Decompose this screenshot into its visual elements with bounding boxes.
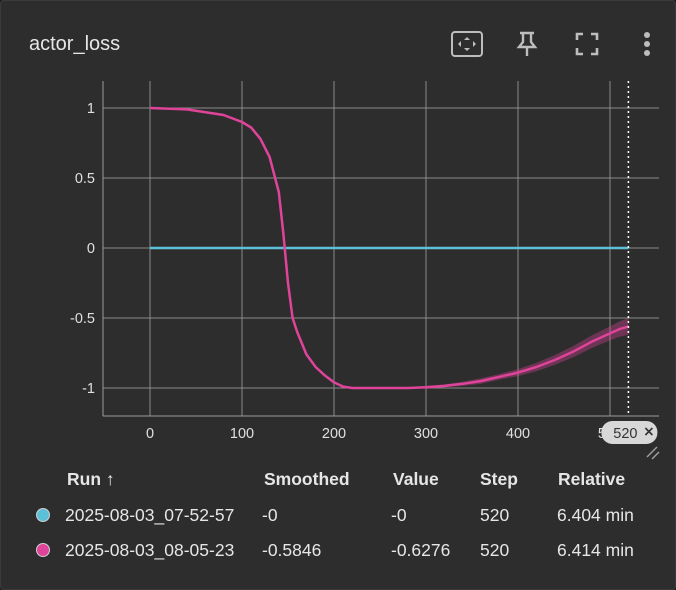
smoothed-value: -0	[262, 505, 278, 525]
line-chart[interactable]: 010020030040050010.50-0.5-1 520	[1, 1, 676, 461]
run-name: 2025-08-03_08-05-23	[65, 540, 235, 560]
y-tick-label: -1	[82, 381, 95, 397]
y-tick-label: -0.5	[70, 311, 95, 327]
header-value: Value	[393, 469, 439, 489]
relative-time: 6.404 min	[557, 505, 634, 525]
x-tick-label: 100	[230, 426, 254, 442]
run-color-swatch	[36, 508, 50, 522]
step-cursor-label: 520	[613, 426, 637, 442]
x-tick-label: 400	[506, 426, 530, 442]
y-tick-label: 1	[87, 101, 95, 117]
header-relative: Relative	[558, 469, 626, 489]
relative-time: 6.414 min	[557, 540, 634, 560]
header-step: Step	[480, 469, 518, 489]
value: -0.6276	[391, 540, 451, 560]
x-tick-label: 200	[322, 426, 346, 442]
x-tick-label: 0	[146, 426, 154, 442]
chart-card: actor_loss 010020030040050010.50-0.5-1 5…	[0, 0, 676, 590]
run-color-swatch	[36, 543, 50, 557]
header-smoothed: Smoothed	[264, 469, 350, 489]
run-name: 2025-08-03_07-52-57	[65, 505, 235, 525]
x-tick-label: 300	[414, 426, 438, 442]
smoothed-value: -0.5846	[262, 540, 322, 560]
step: 520	[480, 505, 510, 525]
y-tick-label: 0.5	[75, 171, 95, 187]
resize-handle-icon[interactable]	[646, 446, 660, 460]
header-run[interactable]: Run ↑	[67, 469, 115, 490]
y-tick-label: 0	[87, 241, 95, 257]
value: -0	[391, 505, 407, 525]
step: 520	[480, 540, 510, 560]
